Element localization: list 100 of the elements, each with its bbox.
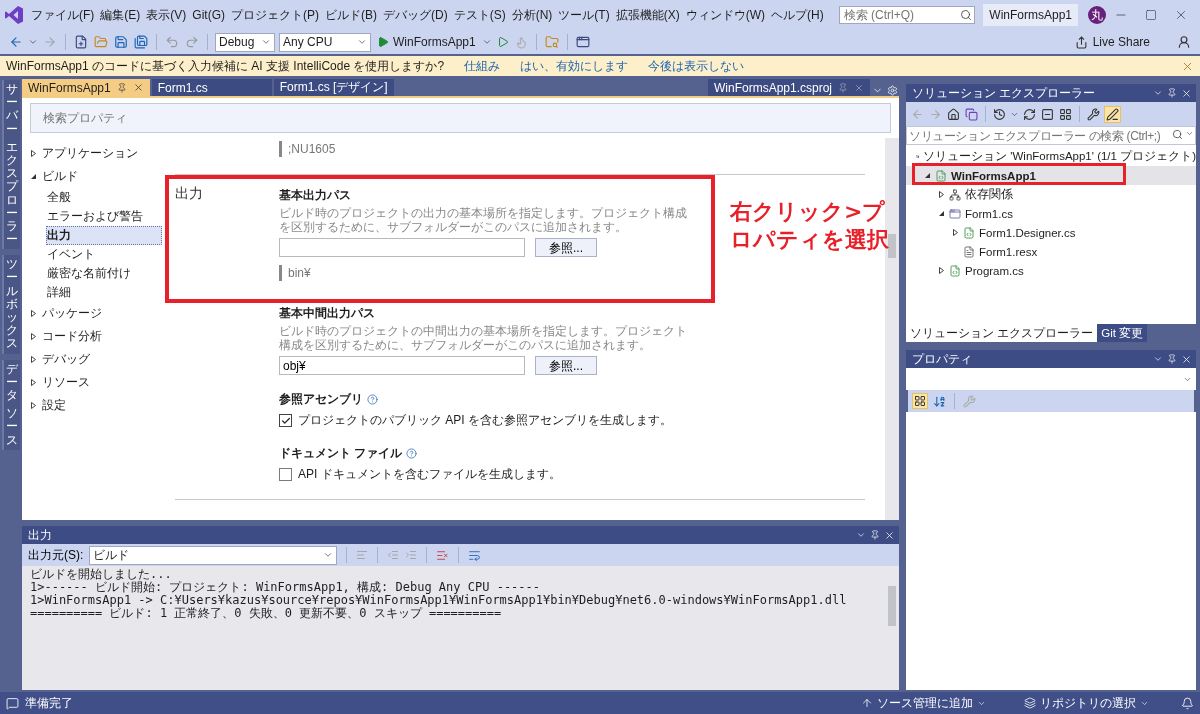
live-share-button[interactable]: Live Share <box>1068 34 1156 50</box>
path-input-field[interactable] <box>279 238 525 257</box>
menu-item[interactable]: デバッグ(D) <box>380 4 451 26</box>
side-tab[interactable]: ツールボックス <box>2 255 20 354</box>
menu-item[interactable]: ヘルプ(H) <box>768 4 827 26</box>
nav-item[interactable]: アプリケーション <box>30 142 162 165</box>
nav-item[interactable]: イベント <box>46 245 162 264</box>
preview-tab[interactable]: WinFormsApp1.csproj <box>707 79 870 96</box>
checkbox[interactable] <box>279 414 292 427</box>
nav-item[interactable]: ビルド <box>30 165 162 188</box>
categorized-button[interactable] <box>912 393 928 409</box>
collapsed-arrow-icon[interactable] <box>30 333 37 340</box>
browse-button[interactable]: 参照... <box>535 238 597 257</box>
menu-item[interactable]: プロジェクト(P) <box>228 4 322 26</box>
collapsed-arrow-icon[interactable] <box>30 356 37 363</box>
pending-changes-button[interactable] <box>992 106 1007 122</box>
menu-item[interactable]: ツール(T) <box>555 4 613 26</box>
panel-title: プロパティ <box>912 350 973 368</box>
window-layout-button[interactable] <box>574 34 591 50</box>
side-tab-label: サーバー <box>6 83 18 136</box>
code-file-icon <box>949 264 961 277</box>
caret-icon <box>1185 129 1194 138</box>
collapsed-arrow-icon[interactable] <box>952 229 959 236</box>
properties-button[interactable] <box>1086 106 1101 122</box>
switch-view-button[interactable] <box>964 106 979 122</box>
save-button[interactable] <box>113 34 129 50</box>
infobar-link[interactable]: 仕組み <box>464 57 501 75</box>
status-button[interactable]: ソース管理に追加 <box>855 693 992 713</box>
nav-item[interactable]: パッケージ <box>30 302 162 325</box>
start-button[interactable]: WinFormsApp1 <box>375 35 478 49</box>
word-wrap-icon <box>468 548 482 562</box>
document-tab[interactable]: Form1.cs <box>151 79 272 96</box>
tree-item[interactable]: 依存関係 <box>906 185 1196 204</box>
tree-item[interactable]: Form1.cs <box>906 204 1196 223</box>
collapsed-arrow-icon[interactable] <box>30 379 37 386</box>
home-button[interactable] <box>946 106 961 122</box>
save-all-button[interactable] <box>133 34 149 50</box>
menu-item[interactable]: 表示(V) <box>143 4 190 26</box>
panel-tab[interactable]: Git 変更 <box>1097 324 1148 342</box>
menu-item[interactable]: Git(G) <box>189 4 228 26</box>
collapse-all-button[interactable] <box>1040 106 1055 122</box>
preview-button[interactable] <box>1104 105 1121 123</box>
panel-tab[interactable]: ソリューション エクスプローラー <box>906 324 1098 342</box>
menu-item[interactable]: テスト(S) <box>450 4 509 26</box>
side-tab[interactable]: サーバー エクスプローラー <box>2 80 20 250</box>
nav-item[interactable]: コード分析 <box>30 325 162 348</box>
path-input-field[interactable]: obj¥ <box>279 356 525 375</box>
checkbox[interactable] <box>279 468 292 481</box>
nav-item[interactable]: リソース <box>30 371 162 394</box>
nav-item[interactable]: 設定 <box>30 394 162 417</box>
search-field[interactable]: ソリューション エクスプローラー の検索 (Ctrl+;) <box>906 126 1196 145</box>
tree-item[interactable]: Program.cs <box>906 261 1196 280</box>
avatar[interactable]: 丸 <box>1088 6 1106 24</box>
search-field[interactable]: 検索プロパティ <box>30 103 891 133</box>
checkbox-label: API ドキュメントを含むファイルを生成します。 <box>298 466 561 483</box>
collapsed-arrow-icon[interactable] <box>30 150 37 157</box>
configuration-dropdown[interactable]: Debug <box>215 32 275 52</box>
infobar-link[interactable]: 今後は表示しない <box>648 57 745 75</box>
show-all-files-button[interactable] <box>1058 106 1073 122</box>
status-button[interactable]: リポジトリの選択 <box>1018 693 1155 713</box>
browse-button[interactable]: 参照... <box>535 356 597 375</box>
document-tab[interactable]: Form1.cs [デザイン] <box>273 79 394 96</box>
nav-item[interactable]: 全般 <box>46 188 162 207</box>
collapsed-arrow-icon[interactable] <box>30 402 37 409</box>
tree-item[interactable]: ソリューション 'WinFormsApp1' (1/1 プロジェクト) <box>906 147 1196 166</box>
tree-item[interactable]: Form1.resx <box>906 242 1196 261</box>
menu-item[interactable]: 分析(N) <box>508 4 556 26</box>
nav-item[interactable]: 出力 <box>46 226 162 245</box>
menu-item[interactable]: ウィンドウ(W) <box>682 4 768 26</box>
collapsed-arrow-icon[interactable] <box>938 267 945 274</box>
nav-item[interactable]: エラーおよび警告 <box>46 207 162 226</box>
nav-item[interactable]: 詳細 <box>46 283 162 302</box>
property-description: ビルド時のプロジェクトの中間出力の基本場所を指定します。プロジェクト構成を区別するために、サブフォルダーがこのパスに追加されます。 <box>279 324 688 352</box>
expanded-arrow-icon[interactable] <box>30 173 37 180</box>
property-description: ビルド時のプロジェクトの出力の基本場所を指定します。プロジェクト構成を区別するために、サブフォルダーがこのパスに追加されます。 <box>279 206 688 234</box>
infobar-link[interactable]: はい、有効にします <box>520 57 629 75</box>
refresh-button[interactable] <box>1022 106 1037 122</box>
new-item-button[interactable] <box>73 34 89 50</box>
collapsed-arrow-icon[interactable] <box>938 191 945 198</box>
side-tab-label: ツールボックス <box>6 258 18 351</box>
nav-item[interactable]: デバッグ <box>30 348 162 371</box>
expanded-arrow-icon[interactable] <box>924 172 931 179</box>
menu-item[interactable]: 拡張機能(X) <box>612 4 683 26</box>
feedback-button[interactable] <box>1176 34 1192 50</box>
property-value: ;NU1605 <box>288 142 336 156</box>
side-tab[interactable]: データ ソース <box>2 359 20 450</box>
tree-item[interactable]: Form1.Designer.cs <box>906 223 1196 242</box>
infobar-message: WinFormsApp1 のコードに基づく入力候補に AI 支援 IntelliCode を使用しますか? <box>6 57 445 75</box>
menu-item[interactable]: 編集(E) <box>97 4 144 26</box>
menu-item[interactable]: ビルド(B) <box>322 4 380 26</box>
menu-item[interactable]: ファイル(F) <box>28 4 98 26</box>
source-dropdown[interactable]: ビルド <box>89 545 338 565</box>
property-title: 基本中間出力パス <box>279 305 375 322</box>
search-field[interactable]: 検索 (Ctrl+Q) <box>838 6 976 24</box>
platform-dropdown[interactable]: Any CPU <box>279 32 371 52</box>
nav-item[interactable]: 厳密な名前付け <box>46 264 162 283</box>
collapsed-arrow-icon[interactable] <box>30 310 37 317</box>
document-tab[interactable]: WinFormsApp1 <box>22 79 150 96</box>
indent-icon <box>405 549 418 561</box>
expanded-arrow-icon[interactable] <box>938 210 945 217</box>
